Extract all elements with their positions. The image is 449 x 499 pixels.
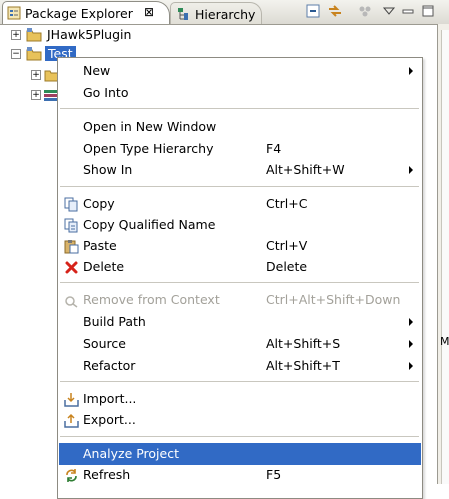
tree-item-label: JHawk5Plugin (47, 27, 132, 42)
menu-item-label: Export... (83, 412, 136, 427)
menu-item-label: Copy Qualified Name (83, 217, 216, 232)
menu-item-label: Copy (83, 196, 115, 211)
copy-icon (64, 197, 79, 212)
submenu-arrow-icon (409, 166, 413, 174)
menu-item-export[interactable]: Export... (59, 409, 421, 431)
tab-hierarchy[interactable]: Hierarchy (170, 2, 262, 24)
submenu-arrow-icon (409, 318, 413, 326)
menu-item-shortcut: Alt+Shift+S (266, 336, 341, 351)
menu-item-go-into[interactable]: Go Into (59, 82, 421, 104)
menu-item-label: Remove from Context (83, 292, 220, 307)
menu-item-new[interactable]: New (59, 60, 421, 82)
menu-item-label: Refactor (83, 358, 136, 373)
menu-item-refactor[interactable]: Refactor Alt+Shift+T (59, 355, 421, 377)
menu-separator (60, 282, 419, 283)
link-with-editor-icon[interactable] (327, 3, 343, 19)
collapse-all-icon[interactable] (305, 3, 321, 19)
menu-item-shortcut: Delete (266, 259, 308, 274)
menu-item-remove-from-context[interactable]: Remove from Context Ctrl+Alt+Shift+Down (59, 289, 421, 311)
menu-item-shortcut: F4 (266, 141, 282, 156)
menu-item-label: Refresh (83, 467, 131, 482)
project-folder-icon (26, 46, 42, 62)
menu-item-label: Open Type Hierarchy (83, 141, 214, 156)
menu-item-label: Source (83, 336, 126, 351)
copy-qualified-name-icon (64, 218, 79, 233)
menu-item-paste[interactable]: Paste Ctrl+V (59, 235, 421, 257)
delete-icon (64, 260, 79, 275)
submenu-arrow-icon (409, 362, 413, 370)
menu-item-label: Delete (83, 259, 125, 274)
tree-item-jhawk5plugin[interactable]: + JHawk5Plugin (0, 26, 300, 44)
menu-item-label: Analyze Project (83, 446, 179, 461)
adjacent-view-partial-label: M (440, 335, 449, 348)
menu-item-label: Paste (83, 238, 117, 253)
project-folder-icon (26, 27, 42, 43)
menu-item-open-in-new-window[interactable]: Open in New Window (59, 116, 421, 138)
tab-package-explorer[interactable]: Package Explorer ⊠ (2, 1, 170, 24)
menu-item-build-path[interactable]: Build Path (59, 311, 421, 333)
menu-item-shortcut: Alt+Shift+T (266, 358, 340, 373)
menu-item-import[interactable]: Import... (59, 388, 421, 410)
adjacent-view-panel (441, 30, 449, 484)
expand-icon[interactable]: + (31, 90, 41, 100)
expand-icon[interactable]: + (11, 30, 21, 40)
menu-item-copy-qualified-name[interactable]: Copy Qualified Name (59, 214, 421, 236)
minimize-icon[interactable] (400, 3, 416, 19)
package-explorer-icon (7, 6, 21, 20)
tree-child-row[interactable]: + (0, 86, 57, 104)
context-menu: New Go Into Open in New Window Open Type… (57, 57, 423, 499)
menu-item-label: Open in New Window (83, 119, 217, 134)
library-icon (44, 89, 57, 101)
menu-separator (60, 381, 419, 382)
submenu-arrow-icon (409, 67, 413, 75)
tree-child-row[interactable]: + (0, 66, 57, 84)
menu-item-source[interactable]: Source Alt+Shift+S (59, 333, 421, 355)
remove-context-icon (64, 293, 79, 308)
menu-item-shortcut: Ctrl+V (266, 238, 308, 253)
tab-package-explorer-label: Package Explorer (25, 6, 133, 21)
menu-item-copy[interactable]: Copy Ctrl+C (59, 193, 421, 215)
menu-item-open-type-hierarchy[interactable]: Open Type Hierarchy F4 (59, 138, 421, 160)
menu-item-show-in[interactable]: Show In Alt+Shift+W (59, 159, 421, 181)
menu-separator (60, 436, 419, 437)
menu-item-delete[interactable]: Delete Delete (59, 256, 421, 278)
tab-hierarchy-label: Hierarchy (195, 7, 256, 22)
maximize-icon[interactable] (420, 3, 436, 19)
expand-icon[interactable]: + (31, 70, 41, 80)
refresh-icon (64, 468, 79, 483)
menu-item-shortcut: Alt+Shift+W (266, 162, 345, 177)
paste-icon (64, 239, 79, 254)
close-tab-icon[interactable]: ⊠ (144, 5, 154, 19)
view-tab-bar: Package Explorer ⊠ Hierarchy (0, 0, 449, 25)
menu-separator (60, 186, 419, 187)
menu-item-shortcut: Ctrl+Alt+Shift+Down (266, 292, 401, 307)
source-folder-icon (44, 67, 57, 83)
collapse-icon[interactable]: − (11, 49, 21, 59)
view-menu-icon[interactable] (381, 3, 397, 19)
export-icon (64, 413, 79, 428)
menu-item-label: Build Path (83, 314, 146, 329)
menu-item-label: Import... (83, 391, 137, 406)
menu-item-label: Show In (83, 162, 133, 177)
menu-separator (60, 108, 419, 109)
menu-item-shortcut: F5 (266, 467, 282, 482)
hierarchy-icon (176, 7, 190, 21)
view-menu-dots-icon[interactable] (357, 3, 373, 19)
menu-item-label: Go Into (83, 85, 129, 100)
import-icon (64, 392, 79, 407)
submenu-arrow-icon (409, 340, 413, 348)
menu-item-analyze-project[interactable]: Analyze Project (59, 443, 421, 465)
menu-item-shortcut: Ctrl+C (266, 196, 308, 211)
menu-item-label: New (83, 63, 111, 78)
menu-item-refresh[interactable]: Refresh F5 (59, 464, 421, 486)
